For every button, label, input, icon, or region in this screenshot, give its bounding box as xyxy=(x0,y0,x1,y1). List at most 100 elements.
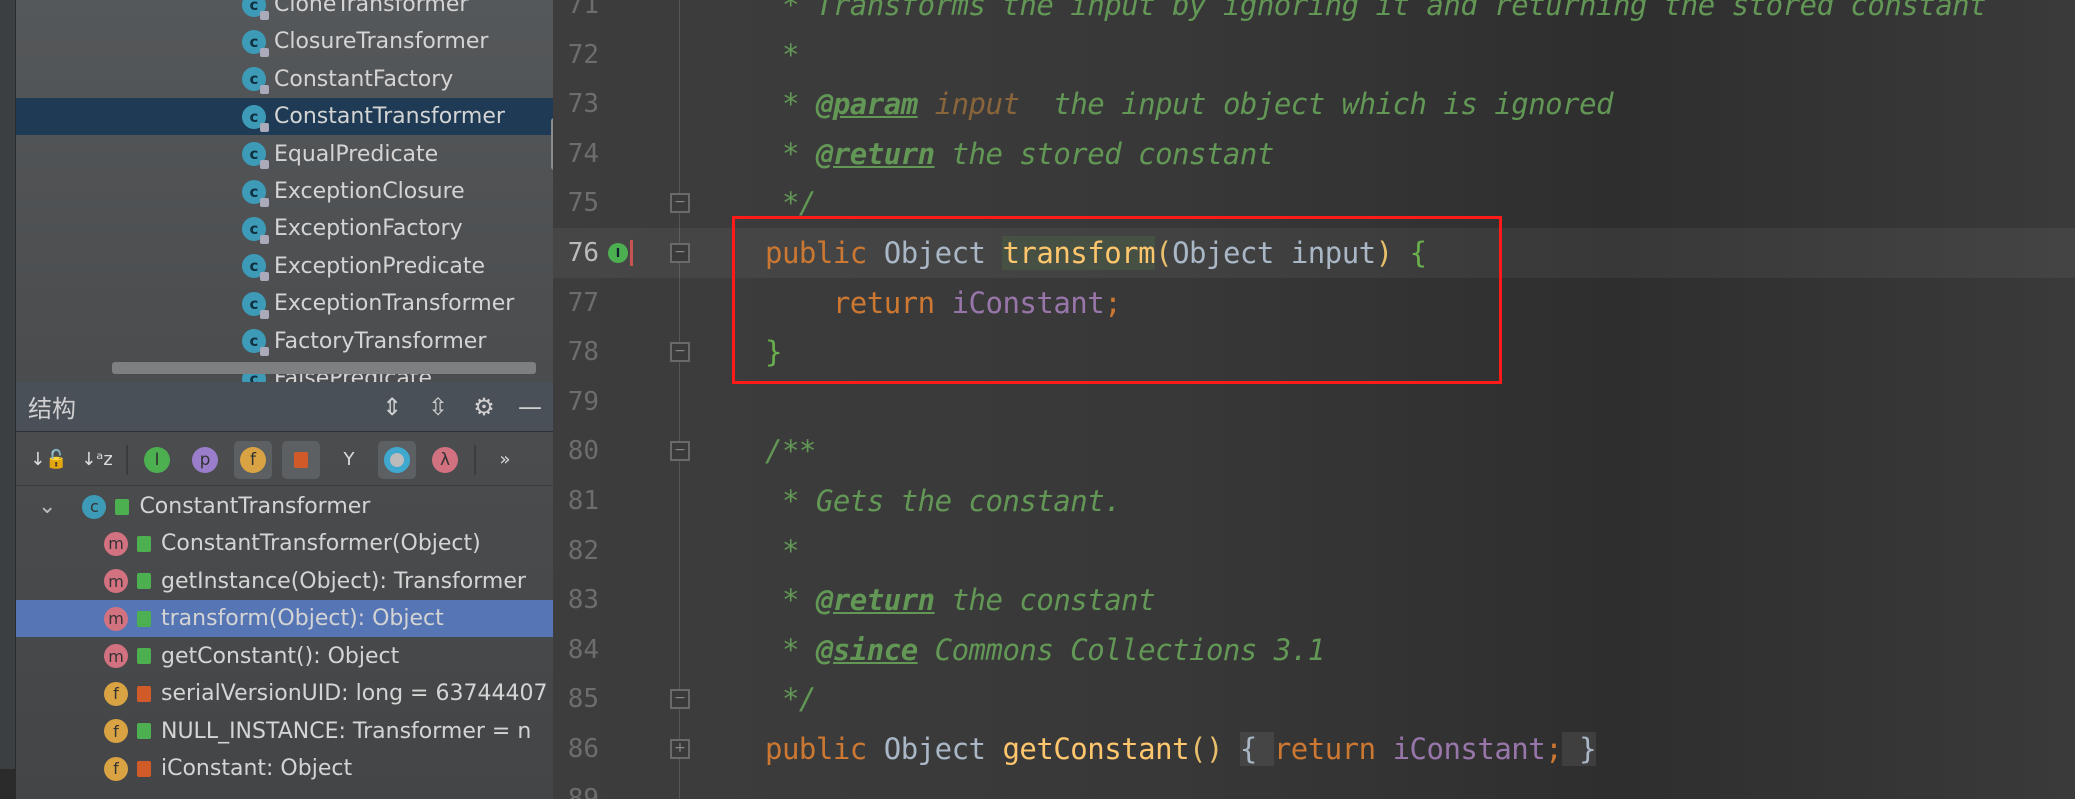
code-token: { xyxy=(1239,732,1274,766)
tree-item-label: EqualPredicate xyxy=(274,141,439,167)
tree-item-label: ExceptionPredicate xyxy=(274,253,486,279)
highlight-box xyxy=(732,216,1502,384)
tree-item[interactable]: c ConstantTransformer xyxy=(16,98,553,136)
show-lambdas-icon[interactable]: λ xyxy=(426,441,464,479)
code-line[interactable]: public Object getConstant() { return iCo… xyxy=(765,724,1597,774)
structure-item-label: getConstant(): Object xyxy=(161,643,400,669)
line-number: 81 xyxy=(567,486,599,516)
class-icon: c xyxy=(242,254,269,282)
tree-item[interactable]: c ExceptionPredicate xyxy=(16,248,553,285)
tool-window-tab[interactable] xyxy=(0,769,16,799)
code-token: @since xyxy=(815,632,918,667)
collapse-all-icon[interactable]: ⇳ xyxy=(415,393,461,421)
line-number: 83 xyxy=(567,585,599,616)
structure-panel: 结构 ⇕ ⇳ ⚙ — ↓🔓 ↓ᵃz I p f Y λ » ⌄ c Consta… xyxy=(16,382,553,799)
code-token: } xyxy=(1562,732,1597,766)
public-icon xyxy=(137,535,151,552)
code-token: /** xyxy=(765,434,816,469)
fold-collapse-icon[interactable]: − xyxy=(670,193,690,214)
public-icon xyxy=(137,723,151,739)
fold-collapse-icon[interactable]: − xyxy=(670,689,690,710)
field-icon: f xyxy=(104,756,128,781)
gear-icon[interactable]: ⚙ xyxy=(461,393,507,421)
code-line[interactable]: * @return the constant xyxy=(765,575,1156,625)
show-hierarchy-icon[interactable]: Y xyxy=(330,441,368,479)
tree-item[interactable]: c ExceptionTransformer xyxy=(16,285,553,322)
tree-item[interactable]: c CloneTransformer xyxy=(16,0,553,23)
class-icon: c xyxy=(242,291,269,319)
tool-window-strip xyxy=(0,0,16,799)
tree-item-label: FactoryTransformer xyxy=(274,328,487,354)
code-token: * Gets the constant. xyxy=(765,484,1122,518)
gutter-divider xyxy=(679,0,680,799)
structure-root-label: ConstantTransformer xyxy=(139,494,371,519)
class-icon: c xyxy=(242,104,269,132)
structure-item[interactable]: m ConstantTransformer(Object) xyxy=(16,525,553,562)
field-icon: f xyxy=(104,719,128,743)
code-line[interactable]: * @param input the input object which is… xyxy=(765,79,1614,129)
code-editor[interactable]: 71 * Transforms the input by ignoring it… xyxy=(553,0,2075,799)
code-token: * xyxy=(765,87,816,122)
structure-item[interactable]: m getInstance(Object): Transformer xyxy=(16,563,553,600)
code-line[interactable]: * @return the stored constant xyxy=(765,129,1274,179)
code-line[interactable]: * xyxy=(765,526,799,576)
structure-item-label: NULL_INSTANCE: Transformer = n xyxy=(161,718,532,744)
show-inherited-icon[interactable]: I xyxy=(138,441,176,479)
structure-item[interactable]: m transform(Object): Object xyxy=(16,600,553,637)
structure-toolbar: ↓🔓 ↓ᵃz I p f Y λ » xyxy=(16,434,553,486)
more-icon[interactable]: » xyxy=(486,441,524,479)
code-line[interactable]: * @since Commons Collections 3.1 xyxy=(765,625,1325,675)
tree-item-label: ClosureTransformer xyxy=(274,29,489,55)
implements-gutter-icon[interactable]: I xyxy=(608,243,628,263)
line-number: 89 xyxy=(567,783,599,799)
code-line[interactable]: */ xyxy=(765,674,816,724)
sort-alphabetically-icon[interactable]: ↓ᵃz xyxy=(78,441,116,479)
code-token: * xyxy=(765,136,816,171)
project-tree: c CloneTransformer c ClosureTransformer c Con… xyxy=(16,0,553,382)
code-line[interactable]: * Transforms the input by ignoring it an… xyxy=(765,0,1987,30)
chevron-down-icon[interactable]: ⌄ xyxy=(38,494,56,519)
minimize-icon[interactable]: — xyxy=(507,393,553,421)
show-anonymous-icon[interactable] xyxy=(378,440,416,479)
code-token: ; xyxy=(1545,732,1563,766)
structure-item-label: iConstant: Object xyxy=(161,756,353,781)
fold-collapse-icon[interactable]: − xyxy=(670,342,690,363)
expand-all-icon[interactable]: ⇕ xyxy=(369,393,415,421)
class-icon: c xyxy=(242,29,269,57)
show-fields-icon[interactable]: f xyxy=(234,440,272,479)
tree-item-label: ConstantFactory xyxy=(274,66,454,92)
tree-item[interactable]: c EqualPredicate xyxy=(16,136,553,173)
structure-root[interactable]: ⌄ c ConstantTransformer xyxy=(16,488,553,525)
sort-by-visibility-icon[interactable]: ↓🔓 xyxy=(30,441,68,479)
class-icon: c xyxy=(242,329,269,357)
structure-item[interactable]: f serialVersionUID: long = 63744407 xyxy=(16,675,553,712)
horizontal-scrollbar[interactable] xyxy=(112,362,536,374)
fold-expand-icon[interactable]: + xyxy=(670,739,690,759)
fold-collapse-icon[interactable]: − xyxy=(670,243,690,263)
show-non-public-icon[interactable] xyxy=(282,440,320,479)
tree-item[interactable]: c ExceptionFactory xyxy=(16,210,553,247)
code-token: public xyxy=(765,732,867,766)
class-icon: c xyxy=(242,0,269,20)
private-icon xyxy=(137,760,151,777)
code-line[interactable]: * xyxy=(765,30,799,80)
show-properties-icon[interactable]: p xyxy=(186,441,224,479)
tree-item[interactable]: c ClosureTransformer xyxy=(16,23,553,60)
code-token: * xyxy=(765,37,799,72)
line-number: 86 xyxy=(567,734,599,764)
structure-item[interactable]: m getConstant(): Object xyxy=(16,638,553,675)
tree-item[interactable]: c ExceptionClosure xyxy=(16,173,553,210)
code-line[interactable]: /** xyxy=(765,426,816,476)
structure-title: 结构 xyxy=(28,395,76,423)
code-token: @return xyxy=(815,136,935,171)
structure-item[interactable]: f NULL_INSTANCE: Transformer = n xyxy=(16,713,553,750)
tree-item[interactable]: c ConstantFactory xyxy=(16,61,553,98)
line-number: 75 xyxy=(567,188,599,219)
tree-item[interactable]: c FactoryTransformer xyxy=(16,323,553,360)
fold-collapse-icon[interactable]: − xyxy=(670,441,690,462)
structure-item[interactable]: f iConstant: Object xyxy=(16,750,553,787)
code-token: Commons Collections 3.1 xyxy=(917,632,1326,667)
code-line[interactable]: * Gets the constant. xyxy=(765,476,1122,526)
